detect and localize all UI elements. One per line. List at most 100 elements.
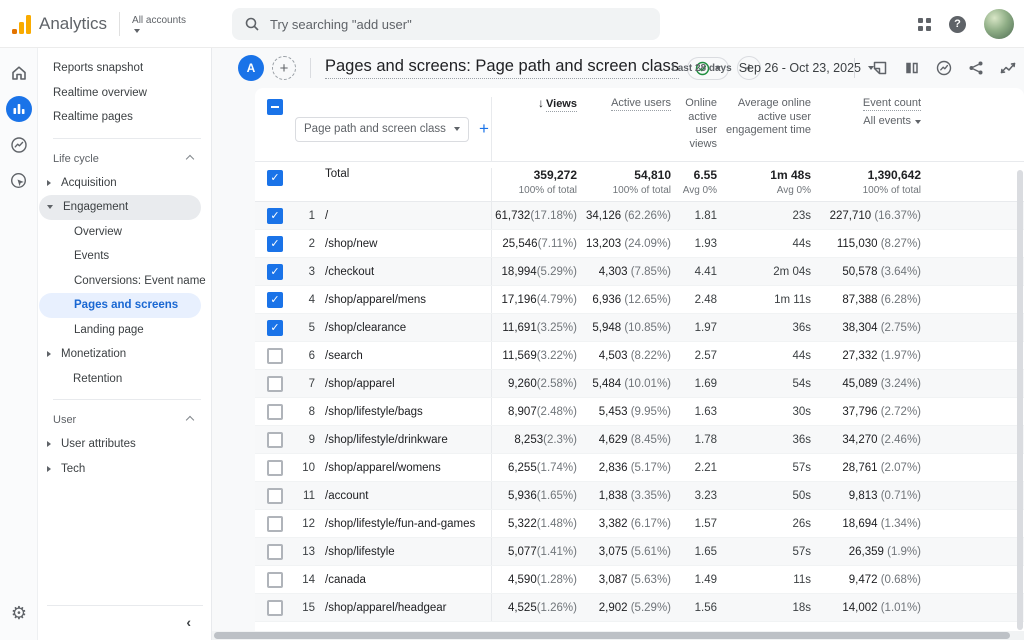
row-number: 4 <box>295 294 321 306</box>
row-number: 14 <box>295 574 321 586</box>
report-table-card: Page path and screen class + ↓Views Acti… <box>255 88 1024 640</box>
apps-grid-icon[interactable] <box>918 18 931 31</box>
table-row[interactable]: 14/canada4,590 (1.28%)3,087 (5.63%)1.491… <box>255 566 1024 594</box>
divider <box>53 399 201 400</box>
page-path: /shop/lifestyle/fun-and-games <box>321 518 491 530</box>
column-header-avg-engagement-time[interactable]: Average online active user engagement ti… <box>719 97 813 161</box>
dimension-selector[interactable]: Page path and screen class <box>295 117 469 142</box>
chevron-up-icon <box>186 154 194 162</box>
home-icon[interactable] <box>6 60 32 86</box>
notes-icon[interactable] <box>871 59 889 77</box>
caret-right-icon <box>47 466 51 472</box>
sidebar-item-conversions-event-name[interactable]: Conversions: Event name <box>39 269 201 294</box>
date-range-picker[interactable]: Last 28 days Sep 26 - Oct 23, 2025 <box>672 48 874 88</box>
row-checkbox[interactable] <box>267 404 283 420</box>
total-label: Total <box>321 168 491 201</box>
sidebar-item-user-attributes[interactable]: User attributes <box>39 432 201 457</box>
horizontal-scrollbar-track[interactable] <box>212 631 1024 640</box>
sidebar-item-reports-snapshot[interactable]: Reports snapshot <box>39 56 201 81</box>
add-comparison-button[interactable]: + <box>272 56 296 80</box>
avatar[interactable] <box>984 9 1014 39</box>
sidebar-item-landing-page[interactable]: Landing page <box>39 318 201 343</box>
sidebar-item-events[interactable]: Events <box>39 244 201 269</box>
row-number: 15 <box>295 602 321 614</box>
row-checkbox[interactable] <box>267 544 283 560</box>
insights-icon[interactable] <box>935 59 953 77</box>
row-checkbox[interactable] <box>267 348 283 364</box>
row-checkbox[interactable] <box>267 600 283 616</box>
advertising-icon[interactable] <box>6 132 32 158</box>
search-icon <box>244 16 260 32</box>
row-checkbox[interactable] <box>267 432 283 448</box>
row-checkbox-checked[interactable] <box>267 236 283 252</box>
row-checkbox[interactable] <box>267 572 283 588</box>
row-checkbox[interactable] <box>267 460 283 476</box>
row-checkbox-checked[interactable] <box>267 264 283 280</box>
collapse-sidebar-button[interactable]: ‹ <box>47 605 203 630</box>
table-row[interactable]: 8/shop/lifestyle/bags8,907 (2.48%)5,453 … <box>255 398 1024 426</box>
page-path: /shop/lifestyle <box>321 546 491 558</box>
table-row[interactable]: 1/61,732 (17.18%)34,126 (62.26%)1.8123s2… <box>255 202 1024 230</box>
select-all-checkbox[interactable] <box>267 99 283 115</box>
event-filter-selector[interactable]: All events <box>813 115 921 129</box>
column-header-views[interactable]: ↓Views <box>491 97 579 161</box>
row-checkbox[interactable] <box>267 376 283 392</box>
explore-icon[interactable] <box>6 168 32 194</box>
settings-gear-icon[interactable]: ⚙ <box>0 603 38 624</box>
row-number: 1 <box>295 210 321 222</box>
sidebar-section-life-cycle[interactable]: Life cycle <box>39 147 211 171</box>
horizontal-scrollbar-thumb[interactable] <box>214 632 1010 639</box>
row-number: 3 <box>295 266 321 278</box>
table-row[interactable]: 3/checkout18,994 (5.29%)4,303 (7.85%)4.4… <box>255 258 1024 286</box>
sidebar-item-acquisition[interactable]: Acquisition <box>39 171 201 196</box>
table-row[interactable]: 4/shop/apparel/mens17,196 (4.79%)6,936 (… <box>255 286 1024 314</box>
table-row[interactable]: 12/shop/lifestyle/fun-and-games5,322 (1.… <box>255 510 1024 538</box>
sidebar-section-user[interactable]: User <box>39 408 211 432</box>
row-checkbox[interactable] <box>267 488 283 504</box>
reports-icon[interactable] <box>6 96 32 122</box>
table-row[interactable]: 13/shop/lifestyle5,077 (1.41%)3,075 (5.6… <box>255 538 1024 566</box>
row-checkbox-checked[interactable] <box>267 320 283 336</box>
sidebar-item-retention[interactable]: Retention <box>39 367 201 392</box>
table-row[interactable]: 5/shop/clearance11,691 (3.25%)5,948 (10.… <box>255 314 1024 342</box>
divider <box>854 58 855 78</box>
help-icon[interactable]: ? <box>949 16 966 33</box>
sidebar-item-realtime-pages[interactable]: Realtime pages <box>39 105 201 130</box>
sidebar-item-pages-and-screens[interactable]: Pages and screens <box>39 293 201 318</box>
table-row[interactable]: 2/shop/new25,546 (7.11%)13,203 (24.09%)1… <box>255 230 1024 258</box>
table-row[interactable]: 7/shop/apparel9,260 (2.58%)5,484 (10.01%… <box>255 370 1024 398</box>
total-views: 359,272 <box>492 168 577 182</box>
row-checkbox[interactable] <box>267 516 283 532</box>
left-rail: ⚙ <box>0 48 38 640</box>
property-avatar[interactable]: A <box>238 55 264 81</box>
sidebar-item-realtime-overview[interactable]: Realtime overview <box>39 81 201 106</box>
row-checkbox-checked[interactable] <box>267 292 283 308</box>
row-number: 9 <box>295 434 321 446</box>
row-checkbox-checked[interactable] <box>267 208 283 224</box>
total-row-checkbox[interactable] <box>267 170 283 186</box>
column-header-active-users[interactable]: Active users <box>579 97 673 161</box>
table-row[interactable]: 6/search11,569 (3.22%)4,503 (8.22%)2.574… <box>255 342 1024 370</box>
comparison-icon[interactable] <box>903 59 921 77</box>
column-header-event-count[interactable]: Event count All events <box>813 97 923 161</box>
analytics-logo-icon[interactable] <box>12 14 31 34</box>
table-row[interactable]: 11/account5,936 (1.65%)1,838 (3.35%)3.23… <box>255 482 1024 510</box>
table-row[interactable]: 15/shop/apparel/headgear4,525 (1.26%)2,9… <box>255 594 1024 622</box>
vertical-scrollbar[interactable] <box>1017 170 1023 630</box>
search-bar[interactable]: Try searching "add user" <box>232 8 660 40</box>
share-icon[interactable] <box>967 59 985 77</box>
column-header-online-active-user-views[interactable]: Online active user views <box>673 97 719 161</box>
sidebar-item-monetization[interactable]: Monetization <box>39 342 201 367</box>
table-row[interactable]: 10/shop/apparel/womens6,255 (1.74%)2,836… <box>255 454 1024 482</box>
account-picker[interactable]: All accounts <box>132 15 186 33</box>
sidebar-item-overview[interactable]: Overview <box>39 220 201 245</box>
add-dimension-button[interactable]: + <box>479 119 489 139</box>
search-placeholder: Try searching "add user" <box>270 17 412 32</box>
page-title[interactable]: Pages and screens: Page path and screen … <box>325 57 679 79</box>
logo-bar <box>26 15 31 34</box>
sidebar-item-engagement[interactable]: Engagement <box>39 195 201 220</box>
page-path: /account <box>321 490 491 502</box>
sidebar-item-tech[interactable]: Tech <box>39 457 201 482</box>
table-row[interactable]: 9/shop/lifestyle/drinkware8,253 (2.3%)4,… <box>255 426 1024 454</box>
customize-report-icon[interactable] <box>999 59 1018 77</box>
